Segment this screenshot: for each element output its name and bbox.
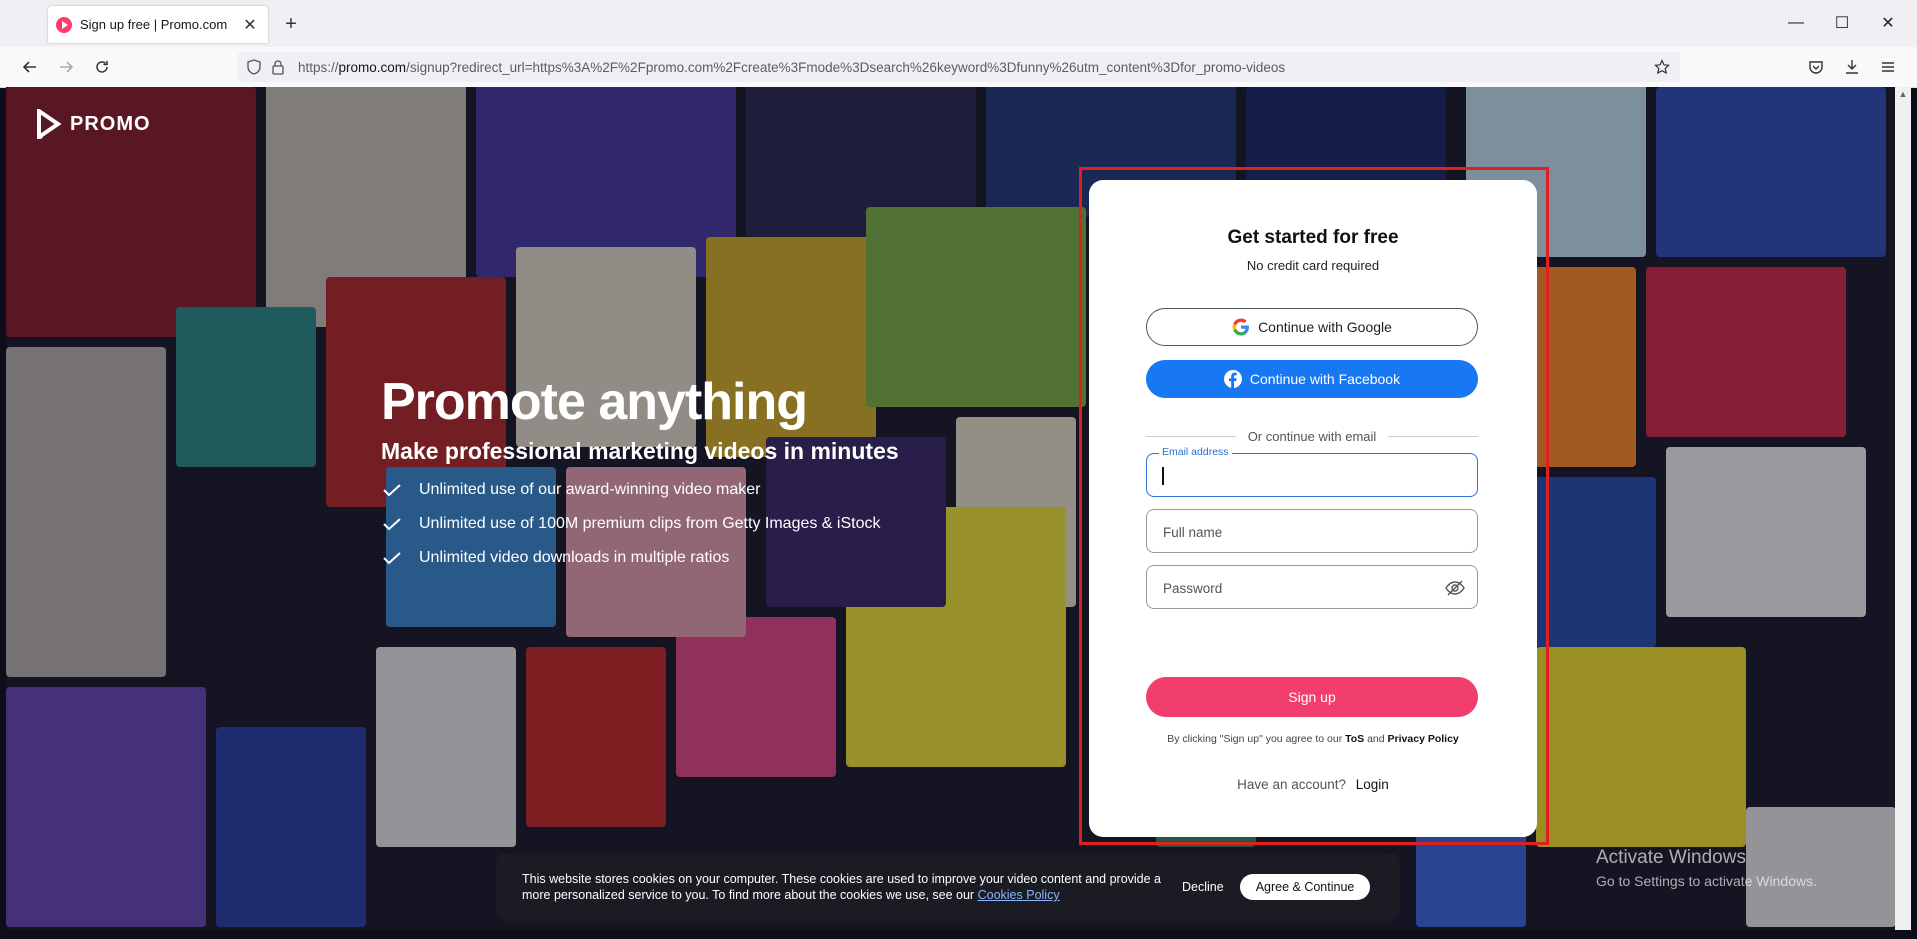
feature-item: Unlimited use of 100M premium clips from…	[381, 515, 899, 533]
maximize-button[interactable]: ☐	[1822, 10, 1862, 36]
privacy-policy-link[interactable]: Privacy Policy	[1388, 733, 1459, 745]
forward-arrow-icon	[60, 61, 74, 73]
decline-button[interactable]: Decline	[1182, 880, 1224, 894]
promo-favicon-icon	[56, 16, 72, 33]
scroll-up-arrow-icon[interactable]: ▲	[1895, 87, 1911, 101]
fullname-input[interactable]	[1161, 510, 1445, 554]
email-field[interactable]: Email address	[1146, 446, 1478, 498]
feature-text: Unlimited use of 100M premium clips from…	[419, 515, 881, 532]
google-button-label: Continue with Google	[1258, 319, 1392, 335]
email-input[interactable]	[1161, 454, 1445, 498]
fullname-field[interactable]	[1146, 509, 1478, 554]
feature-text: Unlimited video downloads in multiple ra…	[419, 549, 730, 566]
hero-subtitle: Make professional marketing videos in mi…	[381, 438, 899, 464]
signup-card: Get started for free No credit card requ…	[1089, 180, 1537, 837]
back-arrow-icon	[22, 61, 36, 73]
lock-icon[interactable]	[270, 59, 286, 75]
window-close-button[interactable]: ✕	[1868, 10, 1908, 36]
bookmark-star-icon[interactable]	[1654, 59, 1670, 75]
divider-text: Or continue with email	[1247, 429, 1377, 444]
browser-nav-bar: https://promo.com/signup?redirect_url=ht…	[0, 47, 1917, 88]
cookie-text: This website stores cookies on your comp…	[522, 872, 1162, 902]
signup-subtitle: No credit card required	[1246, 258, 1380, 273]
password-input[interactable]	[1161, 566, 1445, 610]
signup-title: Get started for free	[1227, 227, 1399, 248]
feature-item: Unlimited video downloads in multiple ra…	[381, 549, 899, 567]
downloads-button[interactable]	[1840, 55, 1864, 79]
hero-title: Promote anything	[381, 373, 808, 431]
login-link[interactable]: Login	[1356, 777, 1389, 792]
activate-windows-title: Activate Windows	[1596, 847, 1746, 868]
password-field[interactable]	[1146, 565, 1478, 610]
have-account-row: Have an account? Login	[1089, 777, 1537, 792]
signup-button[interactable]: Sign up	[1146, 677, 1478, 717]
activate-windows-watermark: Activate Windows Go to Settings to activ…	[1596, 847, 1817, 889]
tab-close-icon[interactable]: ✕	[240, 15, 260, 35]
download-icon	[1846, 60, 1858, 74]
forward-button[interactable]	[54, 55, 78, 79]
menu-button[interactable]	[1876, 55, 1900, 79]
promo-logo-icon	[37, 109, 62, 139]
url-text: https://promo.com/signup?redirect_url=ht…	[298, 59, 1286, 75]
google-icon	[1232, 318, 1250, 336]
page-scrollbar[interactable]: ▲	[1895, 87, 1911, 930]
page-content: PROMO Promote anything Make professional…	[6, 87, 1895, 930]
account-prompt: Have an account?	[1237, 777, 1346, 792]
text-cursor	[1162, 467, 1164, 485]
promo-logo[interactable]: PROMO	[36, 109, 151, 139]
minimize-button[interactable]: —	[1776, 10, 1816, 36]
back-button[interactable]	[18, 55, 42, 79]
tab-title: Sign up free | Promo.com	[80, 17, 228, 32]
hide-password-eye-icon[interactable]	[1445, 579, 1465, 597]
hero-section: Promote anything Make professional marke…	[381, 372, 899, 567]
feature-text: Unlimited use of our award-winning video…	[419, 481, 761, 498]
cookie-banner: This website stores cookies on your comp…	[496, 853, 1400, 921]
reload-icon	[96, 61, 108, 73]
browser-tab-bar: Sign up free | Promo.com ✕ + — ☐ ✕	[0, 0, 1917, 47]
pocket-icon	[1809, 61, 1823, 74]
new-tab-button[interactable]: +	[280, 13, 302, 35]
continue-with-google-button[interactable]: Continue with Google	[1146, 308, 1478, 346]
logo-text: PROMO	[70, 112, 151, 135]
terms-text: By clicking "Sign up" you agree to our T…	[1167, 733, 1459, 745]
facebook-icon	[1223, 370, 1242, 388]
cookies-policy-link[interactable]: Cookies Policy	[978, 888, 1060, 902]
checkmark-icon	[383, 518, 401, 531]
shield-icon[interactable]	[246, 59, 262, 75]
pocket-button[interactable]	[1804, 55, 1828, 79]
tos-link[interactable]: ToS	[1345, 733, 1364, 745]
hamburger-menu-icon	[1882, 62, 1894, 72]
checkmark-icon	[383, 484, 401, 497]
or-divider: Or continue with email	[1146, 429, 1478, 444]
checkmark-icon	[383, 552, 401, 565]
address-bar[interactable]: https://promo.com/signup?redirect_url=ht…	[238, 52, 1680, 82]
activate-windows-subtitle: Go to Settings to activate Windows.	[1596, 873, 1817, 889]
feature-item: Unlimited use of our award-winning video…	[381, 481, 899, 499]
browser-tab[interactable]: Sign up free | Promo.com ✕	[48, 6, 268, 43]
agree-continue-button[interactable]: Agree & Continue	[1239, 874, 1371, 900]
continue-with-facebook-button[interactable]: Continue with Facebook	[1146, 360, 1478, 398]
facebook-button-label: Continue with Facebook	[1249, 371, 1401, 387]
reload-button[interactable]	[90, 55, 114, 79]
